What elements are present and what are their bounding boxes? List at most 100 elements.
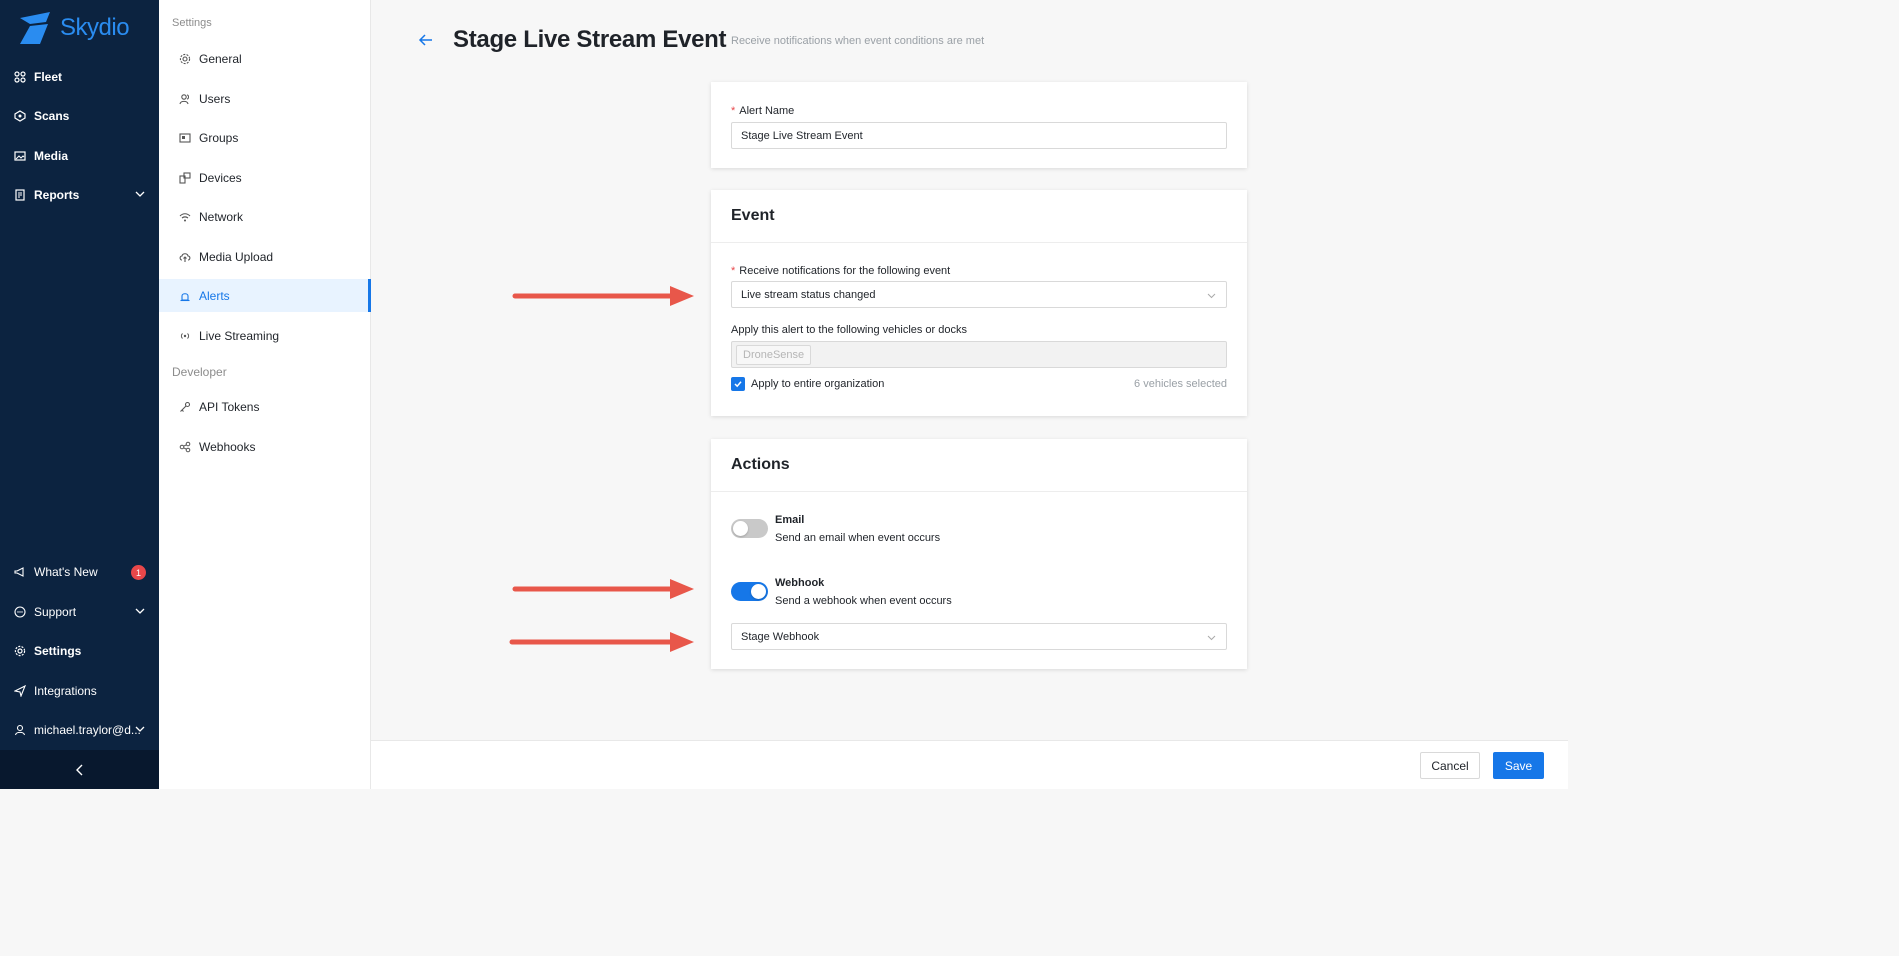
main-nav: Skydio Fleet Scans Media Reports What's … [0, 0, 159, 789]
alert-name-label: * Alert Name [731, 105, 794, 117]
broadcast-icon [179, 330, 191, 342]
vehicles-selected-count: 6 vehicles selected [1134, 378, 1227, 390]
chevron-down-icon [135, 191, 145, 197]
settings-item-label: Users [199, 91, 231, 106]
settings-item-label: Devices [199, 170, 242, 185]
nav-item-user-account[interactable]: michael.traylor@d... [0, 710, 159, 750]
send-icon [14, 685, 26, 697]
vehicles-select[interactable]: DroneSense [731, 341, 1227, 368]
nav-item-label: michael.traylor@d... [34, 723, 141, 737]
settings-sidebar: Settings General Users Groups Devices Ne… [159, 0, 371, 789]
nav-item-support[interactable]: Support [0, 592, 159, 632]
nav-item-label: Scans [34, 109, 70, 123]
key-icon [179, 401, 191, 413]
settings-item-media-upload[interactable]: Media Upload [159, 240, 371, 273]
settings-item-devices[interactable]: Devices [159, 161, 371, 194]
fleet-icon [14, 71, 26, 83]
page-subtitle: Receive notifications when event conditi… [731, 35, 985, 47]
nav-item-label: Settings [34, 644, 82, 658]
nav-item-reports[interactable]: Reports [0, 175, 159, 215]
nav-item-integrations[interactable]: Integrations [0, 671, 159, 711]
alert-name-input[interactable]: Stage Live Stream Event [731, 122, 1227, 149]
settings-item-label: Groups [199, 130, 239, 145]
megaphone-icon [14, 566, 26, 578]
annotation-arrow [512, 579, 694, 599]
media-icon [14, 150, 26, 162]
required-mark: * [731, 265, 736, 277]
gear-icon [14, 645, 26, 657]
actions-card: Actions Email Send an email when event o… [711, 439, 1247, 669]
webhook-action-description: Send a webhook when event occurs [775, 595, 952, 607]
annotation-arrow [509, 632, 694, 652]
vehicle-tag: DroneSense [736, 344, 812, 365]
settings-item-label: Alerts [199, 288, 230, 303]
alert-name-card: * Alert Name Stage Live Stream Event [711, 82, 1247, 168]
developer-heading: Developer [172, 365, 227, 379]
toggle-knob [733, 521, 748, 536]
nav-item-label: Fleet [34, 70, 63, 84]
settings-item-general[interactable]: General [159, 42, 371, 75]
nav-item-scans[interactable]: Scans [0, 96, 159, 136]
webhook-toggle[interactable] [731, 582, 768, 601]
nav-item-label: Support [34, 605, 77, 619]
back-arrow-icon[interactable] [418, 32, 434, 48]
alert-name-value: Stage Live Stream Event [741, 129, 863, 142]
settings-item-network[interactable]: Network [159, 200, 371, 233]
cloud-upload-icon [179, 251, 191, 263]
settings-item-label: Webhooks [199, 439, 256, 454]
alert-name-label-text: Alert Name [739, 105, 795, 117]
gear-icon [179, 53, 191, 65]
settings-item-label: Live Streaming [199, 328, 280, 343]
chevron-left-icon [75, 764, 82, 775]
nav-item-label: Integrations [34, 684, 97, 698]
wifi-icon [179, 211, 191, 223]
email-toggle[interactable] [731, 519, 768, 538]
alarm-icon [179, 290, 191, 302]
webhook-select[interactable]: Stage Webhook [731, 623, 1227, 650]
event-heading: Event [711, 190, 1247, 243]
reports-icon [14, 189, 26, 201]
cancel-button[interactable]: Cancel [1420, 752, 1480, 779]
vehicles-label: Apply this alert to the following vehicl… [731, 324, 968, 336]
form-footer: Cancel Save [371, 740, 1568, 789]
apply-org-checkbox[interactable] [731, 377, 745, 391]
required-mark: * [731, 105, 736, 117]
webhook-action-title: Webhook [775, 577, 825, 589]
chevron-down-icon [1207, 293, 1216, 299]
user-icon [14, 724, 26, 736]
settings-item-groups[interactable]: Groups [159, 121, 371, 154]
nav-item-whats-new[interactable]: What's New 1 [0, 552, 159, 592]
actions-heading: Actions [711, 439, 1247, 492]
notification-badge: 1 [131, 565, 146, 580]
webhook-select-value: Stage Webhook [741, 630, 820, 643]
settings-item-alerts[interactable]: Alerts [159, 279, 371, 312]
nav-item-fleet[interactable]: Fleet [0, 57, 159, 97]
settings-item-webhooks[interactable]: Webhooks [159, 430, 371, 463]
nav-item-settings[interactable]: Settings [0, 631, 159, 671]
collapse-sidebar-button[interactable] [0, 750, 159, 789]
nav-item-label: Media [34, 149, 69, 163]
email-action-description: Send an email when event occurs [775, 532, 941, 544]
apply-org-label: Apply to entire organization [751, 378, 885, 390]
nav-item-label: What's New [34, 565, 98, 579]
skydio-logo[interactable]: Skydio [18, 12, 130, 44]
checkmark-icon [734, 381, 742, 388]
chevron-down-icon [1207, 635, 1216, 641]
settings-item-live-streaming[interactable]: Live Streaming [159, 319, 371, 352]
nav-item-media[interactable]: Media [0, 136, 159, 176]
email-action-title: Email [775, 514, 805, 526]
settings-heading: Settings [172, 17, 212, 29]
nav-item-label: Reports [34, 188, 80, 202]
devices-icon [179, 171, 191, 184]
chat-icon [14, 606, 26, 618]
event-card: Event * Receive notifications for the fol… [711, 190, 1247, 416]
settings-item-users[interactable]: Users [159, 82, 371, 115]
save-button[interactable]: Save [1493, 752, 1544, 779]
settings-item-label: General [199, 51, 242, 66]
settings-item-label: Network [199, 209, 244, 224]
settings-item-api-tokens[interactable]: API Tokens [159, 390, 371, 423]
settings-item-label: Media Upload [199, 249, 274, 264]
event-select[interactable]: Live stream status changed [731, 281, 1227, 308]
chevron-down-icon [135, 726, 145, 732]
annotation-arrow [512, 286, 694, 306]
